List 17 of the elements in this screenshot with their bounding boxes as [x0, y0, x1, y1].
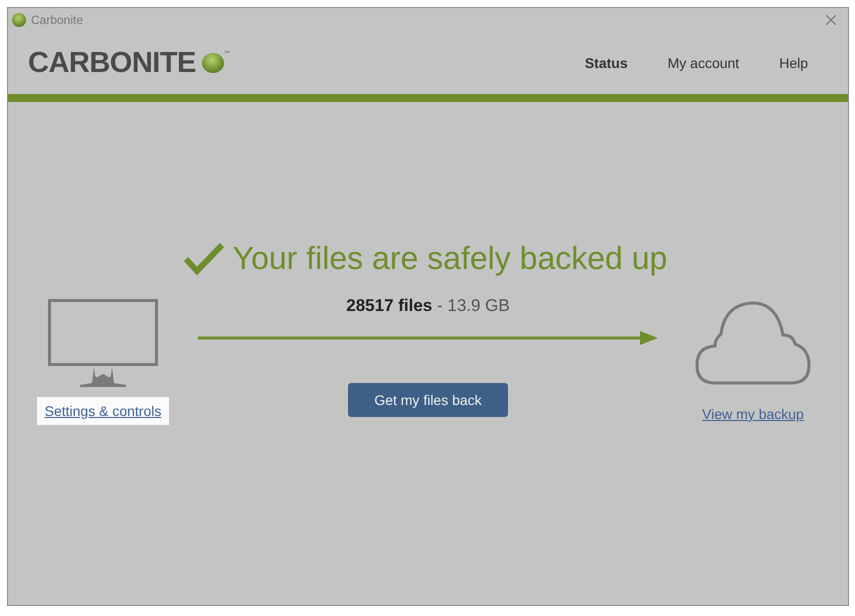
- logo-icon: [202, 53, 224, 73]
- close-icon[interactable]: [826, 15, 836, 25]
- window-title: Carbonite: [31, 13, 84, 27]
- view-backup-link[interactable]: View my backup: [694, 400, 812, 428]
- nav-tab[interactable]: My account: [668, 55, 740, 71]
- app-icon: [12, 13, 26, 27]
- status-heading: Your files are safely backed up: [232, 240, 668, 277]
- nav-tab[interactable]: Status: [584, 55, 628, 71]
- cloud-icon: [695, 301, 811, 385]
- checkmark-icon: [182, 242, 225, 276]
- logo-wordmark: CARBONITE: [28, 46, 196, 80]
- backup-summary: 28517 files - 13.9 GB: [346, 296, 510, 317]
- nav-tab[interactable]: Help: [779, 55, 808, 71]
- monitor-icon: [48, 299, 158, 389]
- settings-link[interactable]: Settings & controls: [36, 397, 170, 425]
- restore-button[interactable]: Get my files back: [348, 383, 508, 417]
- arrow-icon: [198, 330, 658, 346]
